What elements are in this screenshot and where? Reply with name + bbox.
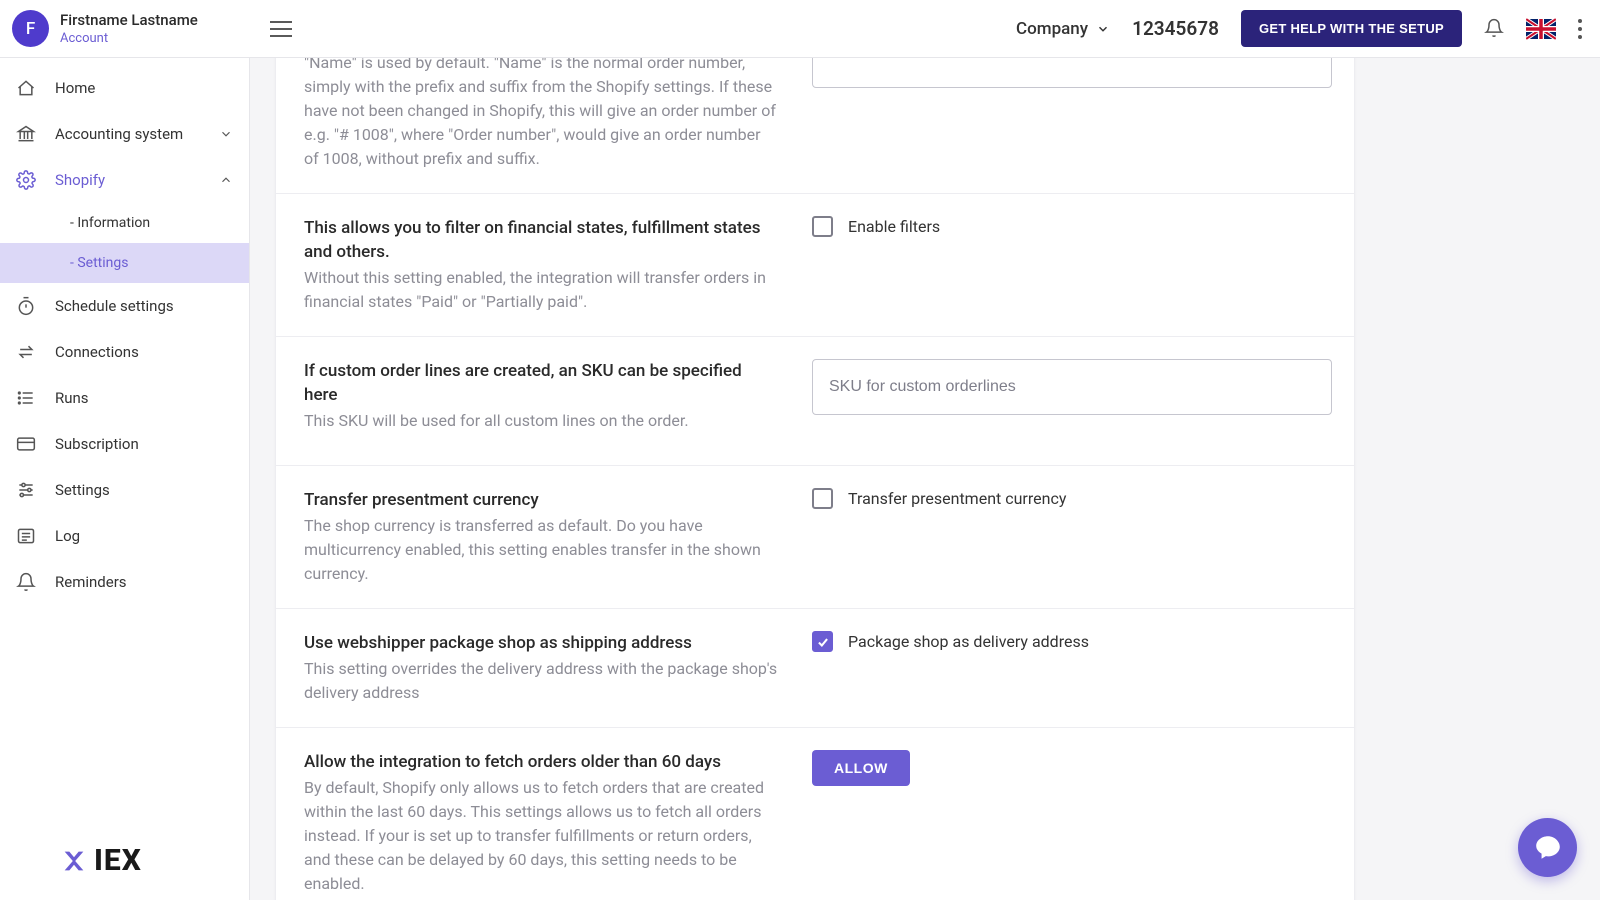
- sidebar-item-schedule[interactable]: Schedule settings: [0, 283, 249, 329]
- checkbox-label: Package shop as delivery address: [848, 632, 1089, 651]
- setting-desc: This SKU will be used for all custom lin…: [304, 409, 778, 433]
- setting-row-currency: Transfer presentment currency The shop c…: [276, 465, 1354, 608]
- chevron-down-icon: [219, 127, 233, 141]
- chat-bubble-button[interactable]: [1518, 818, 1577, 877]
- chat-icon: [1533, 833, 1563, 863]
- logo-icon: [60, 847, 88, 875]
- sidebar-item-label: Accounting system: [55, 125, 183, 143]
- topbar-left: F Firstname Lastname Account: [0, 10, 250, 47]
- sidebar-item-label: Log: [55, 527, 80, 545]
- setting-desc: By default, Shopify only allows us to fe…: [304, 776, 778, 896]
- arrows-icon: [16, 342, 36, 362]
- sidebar-item-label: Home: [55, 79, 95, 97]
- sidebar-item-label: Shopify: [55, 171, 105, 189]
- setting-row-webshipper: Use webshipper package shop as shipping …: [276, 608, 1354, 727]
- sidebar-item-home[interactable]: Home: [0, 65, 249, 111]
- setting-row-filters: This allows you to filter on financial s…: [276, 193, 1354, 336]
- home-icon: [16, 78, 36, 98]
- sidebar-item-subscription[interactable]: Subscription: [0, 421, 249, 467]
- setting-row-ordernumber-tail: "Name" is used by default. "Name" is the…: [276, 58, 1354, 193]
- company-label: Company: [1016, 19, 1088, 39]
- account-link[interactable]: Account: [60, 31, 198, 46]
- kebab-menu-icon[interactable]: [1578, 19, 1582, 39]
- stopwatch-icon: [16, 296, 36, 316]
- log-icon: [16, 526, 36, 546]
- sidebar-item-label: Runs: [55, 389, 89, 407]
- settings-card: "Name" is used by default. "Name" is the…: [275, 58, 1355, 900]
- package-shop-checkbox[interactable]: [812, 631, 833, 652]
- sidebar-subitem-settings[interactable]: - Settings: [0, 243, 249, 283]
- sidebar-item-accounting[interactable]: Accounting system: [0, 111, 249, 157]
- sidebar-item-label: Connections: [55, 343, 139, 361]
- sidebar-item-reminders[interactable]: Reminders: [0, 559, 249, 605]
- logo-text: IEX: [94, 843, 142, 878]
- sliders-icon: [16, 480, 36, 500]
- sidebar-subitem-information[interactable]: - Information: [0, 203, 249, 243]
- sidebar-item-settings[interactable]: Settings: [0, 467, 249, 513]
- list-icon: [16, 388, 36, 408]
- sidebar-item-label: Schedule settings: [55, 297, 174, 315]
- setting-desc: This setting overrides the delivery addr…: [304, 657, 778, 705]
- avatar[interactable]: F: [12, 10, 49, 47]
- setting-title: Use webshipper package shop as shipping …: [304, 631, 778, 655]
- checkbox-label: Transfer presentment currency: [848, 489, 1066, 508]
- setting-title: This allows you to filter on financial s…: [304, 216, 778, 264]
- setting-row-sku: If custom order lines are created, an SK…: [276, 336, 1354, 465]
- hamburger-icon[interactable]: [270, 21, 292, 37]
- topbar: F Firstname Lastname Account Company 123…: [0, 0, 1600, 58]
- sku-input[interactable]: [812, 359, 1332, 415]
- bank-icon: [16, 124, 36, 144]
- sidebar-item-label: Reminders: [55, 573, 127, 591]
- enable-filters-checkbox[interactable]: [812, 216, 833, 237]
- topbar-right: Company 12345678 GET HELP WITH THE SETUP: [1016, 10, 1600, 47]
- user-name: Firstname Lastname: [60, 11, 198, 29]
- setting-row-60days: Allow the integration to fetch orders ol…: [276, 727, 1354, 900]
- card-icon: [16, 434, 36, 454]
- chevron-up-icon: [219, 173, 233, 187]
- bell-icon[interactable]: [1484, 18, 1504, 40]
- sidebar-item-runs[interactable]: Runs: [0, 375, 249, 421]
- transfer-currency-checkbox[interactable]: [812, 488, 833, 509]
- avatar-text: Firstname Lastname Account: [60, 11, 198, 46]
- sidebar-item-log[interactable]: Log: [0, 513, 249, 559]
- allow-button[interactable]: ALLOW: [812, 750, 910, 786]
- gear-icon: [16, 170, 36, 190]
- sidebar-logo: IEX: [60, 843, 142, 878]
- company-id: 12345678: [1132, 17, 1219, 40]
- sidebar-item-shopify[interactable]: Shopify: [0, 157, 249, 203]
- sidebar-item-connections[interactable]: Connections: [0, 329, 249, 375]
- setting-desc: Without this setting enabled, the integr…: [304, 266, 778, 314]
- bell-icon: [16, 572, 36, 592]
- sidebar-item-label: Subscription: [55, 435, 139, 453]
- sidebar-item-label: Settings: [55, 481, 110, 499]
- setting-title: Allow the integration to fetch orders ol…: [304, 750, 778, 774]
- check-icon: [816, 635, 830, 649]
- avatar-initial: F: [26, 19, 35, 39]
- order-number-input[interactable]: [812, 58, 1332, 88]
- chevron-down-icon: [1096, 22, 1110, 36]
- setting-desc: "Name" is used by default. "Name" is the…: [304, 58, 778, 171]
- language-flag[interactable]: [1526, 18, 1556, 40]
- setting-title: Transfer presentment currency: [304, 488, 778, 512]
- setting-desc: The shop currency is transferred as defa…: [304, 514, 778, 586]
- sidebar: Home Accounting system Shopify - Informa…: [0, 58, 250, 900]
- setting-title: If custom order lines are created, an SK…: [304, 359, 778, 407]
- get-help-button[interactable]: GET HELP WITH THE SETUP: [1241, 10, 1462, 47]
- main-content: "Name" is used by default. "Name" is the…: [250, 58, 1600, 900]
- checkbox-label: Enable filters: [848, 217, 940, 236]
- company-selector[interactable]: Company: [1016, 19, 1110, 39]
